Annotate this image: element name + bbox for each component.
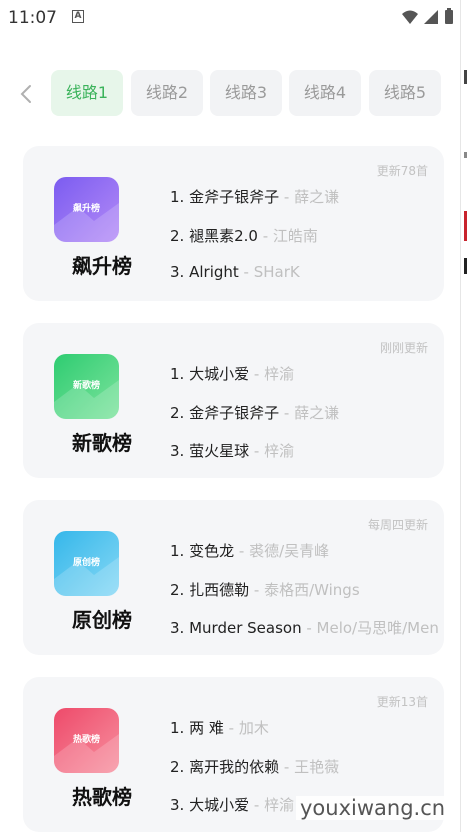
- song-title: 萤火星球: [189, 442, 250, 460]
- song-item[interactable]: 3. Murder Season - Melo/马思唯/Men...: [170, 617, 440, 638]
- route-tab[interactable]: 线路4: [289, 70, 361, 116]
- song-item[interactable]: 2. 褪黑素2.0 - 江皓南: [170, 225, 440, 246]
- adjacent-screen-edge: [460, 0, 468, 832]
- chart-cover[interactable]: 热歌榜: [54, 708, 119, 773]
- song-rank: 2.: [170, 227, 190, 245]
- chevron-left-icon[interactable]: [14, 82, 38, 106]
- song-item[interactable]: 3. Alright - SHarK: [170, 263, 440, 281]
- status-time: 11:07: [8, 8, 57, 28]
- song-title: 褪黑素2.0: [189, 227, 258, 245]
- song-artist: 薛之谦: [294, 404, 340, 422]
- chart-cover[interactable]: 新歌榜: [54, 354, 119, 419]
- song-item[interactable]: 1. 大城小爱 - 梓渝: [170, 363, 440, 384]
- song-separator: -: [249, 796, 265, 814]
- cover-label: 热歌榜: [72, 735, 100, 745]
- route-tab[interactable]: 线路2: [131, 70, 203, 116]
- watermark: youxiwang.cn: [296, 796, 450, 820]
- song-artist: 裘德/吴青峰: [249, 542, 330, 560]
- chart-name: 热歌榜: [72, 785, 132, 809]
- song-separator: -: [223, 719, 239, 737]
- song-artist: 泰格西/Wings: [264, 581, 360, 599]
- chart-cover[interactable]: 飙升榜: [54, 177, 119, 242]
- song-separator: -: [249, 581, 265, 599]
- song-separator: -: [279, 758, 295, 776]
- cover-label: 飙升榜: [72, 204, 100, 214]
- song-item[interactable]: 3. 萤火星球 - 梓渝: [170, 440, 440, 461]
- notification-icon: A: [72, 10, 84, 23]
- song-title: 离开我的依赖: [189, 758, 280, 776]
- song-artist: 梓渝: [264, 796, 295, 814]
- cover-label: 原创榜: [72, 558, 100, 568]
- song-separator: -: [279, 188, 295, 206]
- song-rank: 1.: [170, 365, 190, 383]
- adjacent-screen-mark: [464, 211, 467, 241]
- song-separator: -: [249, 442, 265, 460]
- battery-icon: [445, 10, 453, 24]
- wifi-icon: [402, 10, 418, 24]
- song-title: 大城小爱: [189, 796, 250, 814]
- song-title: 变色龙: [189, 542, 235, 560]
- song-title: 金斧子银斧子: [189, 404, 280, 422]
- song-rank: 3.: [170, 796, 190, 814]
- chart-cover[interactable]: 原创榜: [54, 531, 119, 596]
- route-tab[interactable]: 线路1: [51, 70, 123, 116]
- song-artist: SHarK: [253, 263, 300, 281]
- song-title: 大城小爱: [189, 365, 250, 383]
- signal-icon: [424, 10, 438, 24]
- chart-name: 新歌榜: [72, 431, 132, 455]
- song-artist: 王艳薇: [294, 758, 340, 776]
- update-status: 刚刚更新: [379, 341, 428, 355]
- song-title: 金斧子银斧子: [189, 188, 280, 206]
- song-item[interactable]: 2. 离开我的依赖 - 王艳薇: [170, 756, 440, 777]
- song-artist: 加木: [238, 719, 269, 737]
- route-selector: 线路1 线路2 线路3 线路4 线路5: [0, 68, 460, 120]
- song-title: 两 难: [189, 719, 224, 737]
- song-item[interactable]: 1. 变色龙 - 裘德/吴青峰: [170, 540, 440, 561]
- song-rank: 2.: [170, 404, 190, 422]
- song-title: 扎西德勒: [189, 581, 250, 599]
- route-tab[interactable]: 线路3: [210, 70, 282, 116]
- chart-card[interactable]: 每周四更新 原创榜 原创榜 1. 变色龙 - 裘德/吴青峰 2. 扎西德勒 - …: [23, 500, 444, 655]
- song-item[interactable]: 1. 两 难 - 加木: [170, 717, 440, 738]
- song-artist: 梓渝: [264, 442, 295, 460]
- song-rank: 2.: [170, 581, 190, 599]
- song-separator: -: [249, 365, 265, 383]
- status-icons: [402, 8, 453, 24]
- song-rank: 1.: [170, 542, 190, 560]
- song-rank: 3.: [170, 442, 190, 460]
- adjacent-screen-mark: [464, 70, 467, 84]
- song-artist: 薛之谦: [294, 188, 340, 206]
- song-item[interactable]: 2. 金斧子银斧子 - 薛之谦: [170, 402, 440, 423]
- song-title: Alright: [189, 263, 239, 281]
- song-separator: -: [257, 227, 273, 245]
- song-title: Murder Season: [189, 619, 302, 637]
- song-artist: Melo/马思唯/Men...: [316, 619, 440, 637]
- song-rank: 3.: [170, 263, 190, 281]
- chart-name: 原创榜: [72, 608, 132, 632]
- cover-label: 新歌榜: [72, 381, 100, 391]
- song-rank: 1.: [170, 719, 190, 737]
- adjacent-screen-mark: [464, 258, 467, 274]
- song-separator: -: [301, 619, 317, 637]
- route-tab[interactable]: 线路5: [369, 70, 441, 116]
- chart-card[interactable]: 更新78首 飙升榜 飙升榜 1. 金斧子银斧子 - 薛之谦 2. 褪黑素2.0 …: [23, 146, 444, 301]
- song-separator: -: [238, 263, 254, 281]
- song-item[interactable]: 2. 扎西德勒 - 泰格西/Wings: [170, 579, 440, 600]
- chart-name: 飙升榜: [72, 254, 132, 278]
- update-status: 每周四更新: [367, 518, 428, 532]
- chart-card[interactable]: 刚刚更新 新歌榜 新歌榜 1. 大城小爱 - 梓渝 2. 金斧子银斧子 - 薛之…: [23, 323, 444, 478]
- status-bar: 11:07 A: [0, 0, 468, 34]
- song-item[interactable]: 1. 金斧子银斧子 - 薛之谦: [170, 186, 440, 207]
- song-artist: 梓渝: [264, 365, 295, 383]
- song-rank: 1.: [170, 188, 190, 206]
- update-status: 更新78首: [376, 164, 428, 178]
- song-separator: -: [279, 404, 295, 422]
- song-separator: -: [234, 542, 250, 560]
- song-rank: 2.: [170, 758, 190, 776]
- song-rank: 3.: [170, 619, 190, 637]
- song-artist: 江皓南: [272, 227, 318, 245]
- adjacent-screen-mark: [464, 152, 467, 158]
- update-status: 更新13首: [376, 695, 428, 709]
